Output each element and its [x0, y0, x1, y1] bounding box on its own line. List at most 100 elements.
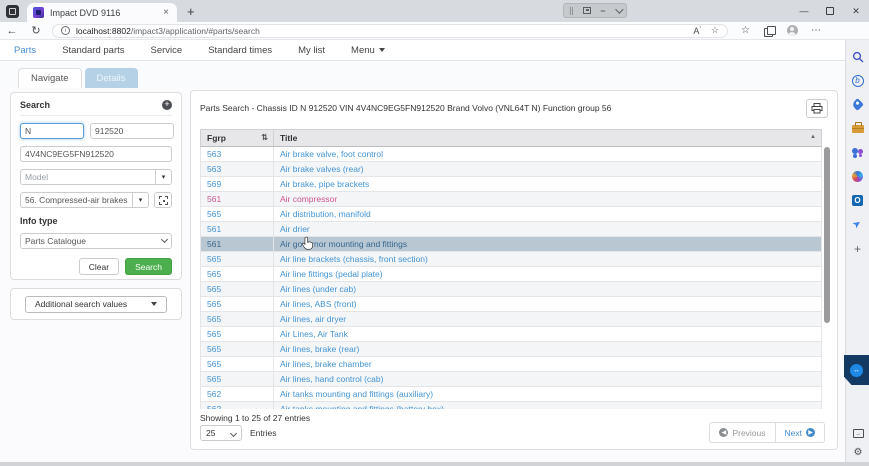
- expand-search-plus-icon[interactable]: +: [162, 100, 172, 110]
- add-favorite-star-icon[interactable]: ☆: [711, 25, 719, 36]
- info-type-value[interactable]: [20, 233, 172, 249]
- table-row[interactable]: 561Air drier: [201, 222, 822, 237]
- page-size-select[interactable]: 25: [200, 425, 242, 441]
- window-minimize-button[interactable]: —: [791, 0, 817, 22]
- window-maximize-button[interactable]: [817, 0, 843, 22]
- table-row[interactable]: 565Air lines, air dryer: [201, 312, 822, 327]
- column-header-title[interactable]: Title▲: [274, 130, 822, 147]
- part-group-link[interactable]: Air compressor: [280, 194, 337, 204]
- sidebar-settings-gear-icon[interactable]: ⚙: [854, 447, 863, 458]
- recorder-overlay-widget[interactable]: ⣿ −: [563, 3, 627, 18]
- search-button[interactable]: Search: [125, 258, 172, 275]
- shopping-tag-icon[interactable]: [850, 97, 865, 112]
- part-group-link[interactable]: Air brake valve, foot control: [280, 149, 383, 159]
- previous-page-button[interactable]: ◀ Previous: [710, 423, 775, 442]
- results-table: Fgrp⇅ Title▲ 563Air brake valve, foot co…: [200, 129, 822, 409]
- table-row[interactable]: 561Air governor mounting and fittings: [201, 237, 822, 252]
- url-text[interactable]: localhost:8802/impact3/application/#part…: [76, 26, 683, 36]
- next-page-button[interactable]: Next ▶: [776, 423, 824, 442]
- part-group-link[interactable]: Air brake, pipe brackets: [280, 179, 369, 189]
- table-row[interactable]: 565Air lines, hand control (cab): [201, 372, 822, 387]
- nav-item-standard-parts[interactable]: Standard parts: [62, 45, 124, 56]
- table-row[interactable]: 565Air distribution, manifold: [201, 207, 822, 222]
- window-close-button[interactable]: ✕: [843, 0, 869, 22]
- table-row[interactable]: 561Air compressor: [201, 192, 822, 207]
- table-row[interactable]: 565Air line fittings (pedal plate): [201, 267, 822, 282]
- designer-icon[interactable]: [850, 169, 865, 184]
- read-aloud-icon[interactable]: A⁾: [693, 25, 701, 36]
- add-sidebar-item-icon[interactable]: +: [850, 241, 865, 256]
- part-group-link[interactable]: Air lines, air dryer: [280, 314, 346, 324]
- function-group-input[interactable]: [20, 192, 132, 208]
- minimize-icon[interactable]: −: [600, 6, 605, 16]
- part-group-link[interactable]: Air lines, ABS (front): [280, 299, 357, 309]
- part-group-link[interactable]: Air Lines, Air Tank: [280, 329, 348, 339]
- back-icon[interactable]: ←: [0, 25, 24, 37]
- nav-item-my-list[interactable]: My list: [298, 45, 325, 56]
- info-type-select[interactable]: [20, 231, 172, 249]
- table-row[interactable]: 565Air lines, brake (rear): [201, 342, 822, 357]
- part-group-link[interactable]: Air tanks mounting and fittings (battery…: [280, 404, 444, 409]
- part-group-link[interactable]: Air lines, brake chamber: [280, 359, 372, 369]
- part-group-link[interactable]: Air drier: [280, 224, 310, 234]
- table-row[interactable]: 569Air brake, pipe brackets: [201, 177, 822, 192]
- collections-icon[interactable]: [764, 26, 774, 35]
- function-group-dropdown-button[interactable]: ▾: [132, 192, 149, 208]
- site-info-icon[interactable]: i: [61, 26, 70, 35]
- nav-item-standard-times[interactable]: Standard times: [208, 45, 272, 56]
- teamviewer-badge[interactable]: ↔: [844, 355, 869, 385]
- nav-item-menu[interactable]: Menu: [351, 45, 385, 56]
- function-group-picker-button[interactable]: [154, 192, 172, 208]
- additional-search-values-button[interactable]: Additional search values: [25, 296, 167, 313]
- browser-menu-ellipsis-icon[interactable]: ⋯: [811, 25, 821, 36]
- table-row[interactable]: 563Air brake valve, foot control: [201, 147, 822, 162]
- part-group-link[interactable]: Air tanks mounting and fittings (auxilia…: [280, 389, 433, 399]
- people-icon[interactable]: [850, 145, 865, 160]
- browser-tab[interactable]: Impact DVD 9116 ×: [27, 3, 177, 22]
- copilot-icon[interactable]: b: [850, 73, 865, 88]
- chassis-number-input[interactable]: [90, 123, 174, 139]
- table-row[interactable]: 562Air tanks mounting and fittings (batt…: [201, 402, 822, 410]
- chevron-down-icon[interactable]: [615, 5, 623, 13]
- part-group-link[interactable]: Air governor mounting and fittings: [280, 239, 407, 249]
- table-row[interactable]: 565Air lines, brake chamber: [201, 357, 822, 372]
- vin-input[interactable]: [20, 146, 172, 162]
- tab-navigate[interactable]: Navigate: [18, 68, 82, 88]
- model-dropdown-button[interactable]: ▾: [155, 169, 172, 185]
- address-bar[interactable]: i localhost:8802/impact3/application/#pa…: [52, 24, 728, 38]
- table-row[interactable]: 565Air line brackets (chassis, front sec…: [201, 252, 822, 267]
- favorites-icon[interactable]: ☆: [741, 25, 750, 36]
- reload-icon[interactable]: ↻: [24, 24, 48, 37]
- table-row[interactable]: 565Air lines, ABS (front): [201, 297, 822, 312]
- chassis-series-input[interactable]: [20, 123, 84, 139]
- table-scrollbar-thumb[interactable]: [824, 147, 830, 323]
- outlook-icon[interactable]: O: [850, 193, 865, 208]
- restore-icon[interactable]: [583, 7, 591, 14]
- part-group-link[interactable]: Air lines, hand control (cab): [280, 374, 383, 384]
- table-row[interactable]: 565Air lines (under cab): [201, 282, 822, 297]
- expand-sidebar-icon[interactable]: →: [853, 429, 864, 438]
- tab-actions-menu-icon[interactable]: [6, 5, 19, 18]
- nav-item-parts[interactable]: Parts: [14, 45, 36, 56]
- nav-item-service[interactable]: Service: [151, 45, 183, 56]
- part-group-link[interactable]: Air lines (under cab): [280, 284, 356, 294]
- model-input[interactable]: [20, 169, 155, 185]
- table-row[interactable]: 565Air Lines, Air Tank: [201, 327, 822, 342]
- sidebar-search-icon[interactable]: [850, 49, 865, 64]
- table-row[interactable]: 563Air brake valves (rear): [201, 162, 822, 177]
- tools-briefcase-icon[interactable]: [850, 121, 865, 136]
- part-group-link[interactable]: Air line brackets (chassis, front sectio…: [280, 254, 428, 264]
- part-group-link[interactable]: Air line fittings (pedal plate): [280, 269, 383, 279]
- part-group-link[interactable]: Air lines, brake (rear): [280, 344, 359, 354]
- print-button[interactable]: [806, 99, 828, 118]
- table-row[interactable]: 562Air tanks mounting and fittings (auxi…: [201, 387, 822, 402]
- clear-button[interactable]: Clear: [79, 258, 119, 275]
- part-group-link[interactable]: Air brake valves (rear): [280, 164, 364, 174]
- new-tab-button[interactable]: +: [187, 5, 195, 18]
- drop-paper-plane-icon[interactable]: ➤: [850, 217, 865, 232]
- column-header-fgrp[interactable]: Fgrp⇅: [201, 130, 274, 147]
- part-group-link[interactable]: Air distribution, manifold: [280, 209, 371, 219]
- drag-handle-icon[interactable]: ⣿: [569, 7, 573, 15]
- profile-avatar[interactable]: [787, 25, 798, 36]
- tab-close-icon[interactable]: ×: [161, 7, 171, 18]
